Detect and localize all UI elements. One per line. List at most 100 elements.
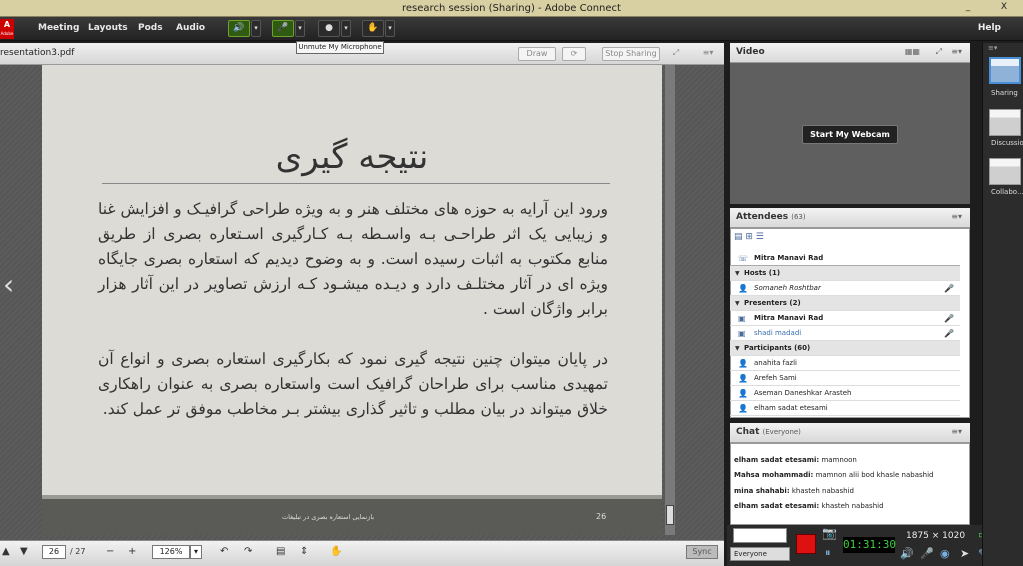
menu-layouts[interactable]: Layouts xyxy=(88,23,128,33)
menu-audio[interactable]: Audio xyxy=(176,23,205,33)
minimize-button[interactable]: _ xyxy=(958,2,978,14)
draw-button[interactable]: Draw xyxy=(518,47,556,61)
refresh-icon: ⟳ xyxy=(570,49,578,58)
layout-collaboration[interactable] xyxy=(989,158,1021,185)
pod-menu-icon[interactable]: ≡▾ xyxy=(951,427,962,436)
slide-title: نتیجه گیری xyxy=(275,137,429,177)
chat-recipient-select[interactable]: Everyone xyxy=(730,547,790,561)
chat-message: Mahsa mohammadi: mamnon alii bod khasle … xyxy=(734,471,934,479)
slide-divider xyxy=(102,183,610,184)
self-row[interactable]: ☏ Mitra Manavi Rad xyxy=(730,251,960,266)
arrow-down-icon[interactable]: ▼ xyxy=(20,546,28,557)
fullscreen-icon[interactable]: ⤢ xyxy=(936,47,942,57)
speaker-dropdown[interactable]: ▾ xyxy=(251,20,261,37)
microphone-dropdown[interactable]: ▾ xyxy=(295,20,305,37)
zoom-in-icon[interactable]: + xyxy=(128,546,136,557)
scrollbar-thumb[interactable] xyxy=(666,505,674,525)
zoom-select[interactable]: 126% xyxy=(152,545,190,559)
rotate-left-icon[interactable]: ↶ xyxy=(220,546,228,557)
rotate-right-icon[interactable]: ↷ xyxy=(244,546,252,557)
menu-help[interactable]: Help xyxy=(978,23,1001,33)
start-webcam-button[interactable]: Start My Webcam xyxy=(802,125,898,144)
sidebar-menu-icon[interactable]: ≡▾ xyxy=(988,44,997,52)
layout-sharing-label: Sharing xyxy=(991,89,1018,97)
menu-meeting[interactable]: Meeting xyxy=(38,23,79,33)
attendee-row[interactable]: 👤 elham sadat etesami xyxy=(730,401,960,416)
zoom-dropdown[interactable]: ▾ xyxy=(190,545,202,559)
slide-number: 26 xyxy=(596,512,607,521)
zoom-out-icon[interactable]: − xyxy=(106,546,114,557)
chevron-down-icon: ▾ xyxy=(254,24,258,32)
user-icon: 👤 xyxy=(738,359,748,368)
status-dropdown[interactable]: ▾ xyxy=(385,20,395,37)
arrow-up-icon[interactable]: ▲ xyxy=(2,546,10,557)
pod-menu-icon[interactable]: ≡▾ xyxy=(951,47,962,56)
previous-slide-icon[interactable]: ‹ xyxy=(3,268,14,301)
page-total: / 27 xyxy=(70,547,86,556)
grid-view-icon[interactable]: ▦▦ xyxy=(905,47,920,56)
chat-input[interactable] xyxy=(733,528,787,543)
shared-filename: resentation3.pdf xyxy=(0,48,75,58)
user-icon: 👤 xyxy=(738,389,748,398)
layout-sharing[interactable] xyxy=(989,57,1021,84)
camera-icon[interactable]: 📷 xyxy=(822,526,837,540)
pause-icon[interactable]: ⏸ xyxy=(825,546,831,560)
group-presenters[interactable]: ▼ Presenters (2) xyxy=(730,296,960,311)
window-title-bar: research session (Sharing) - Adobe Conne… xyxy=(0,0,1023,17)
stop-sharing-button[interactable]: Stop Sharing xyxy=(602,47,660,61)
record-button[interactable] xyxy=(796,534,816,554)
speaker-icon: 🔊 xyxy=(233,23,245,33)
speaker-icon[interactable]: 🔊 xyxy=(900,547,914,560)
user-icon: 👤 xyxy=(738,284,748,293)
layout-discussion[interactable] xyxy=(989,109,1021,136)
video-pod-title: Video xyxy=(736,47,765,57)
chat-message: elham sadat etesami: mamnoon xyxy=(734,456,857,464)
presenter-icon: ▣ xyxy=(738,314,746,323)
chevron-down-icon: ▾ xyxy=(193,547,198,556)
fullscreen-icon[interactable]: ⤢ xyxy=(668,47,684,61)
pod-menu-icon[interactable]: ≡▾ xyxy=(700,47,716,61)
chat-message: elham sadat etesami: khasteh nabashid xyxy=(734,502,884,510)
webcam-button[interactable]: ● xyxy=(318,20,340,37)
attendee-row[interactable]: 👤 Aseman Daneshkar Arasteh xyxy=(730,386,960,401)
capture-resolution: 1875 × 1020 xyxy=(906,531,966,541)
page-number-input[interactable]: 26 xyxy=(42,545,66,559)
pod-menu-icon[interactable]: ≡▾ xyxy=(951,212,962,221)
close-button[interactable]: X xyxy=(994,2,1014,14)
status-button[interactable]: ✋ xyxy=(362,20,384,37)
fit-width-icon[interactable]: ▤ xyxy=(276,546,285,557)
chevron-down-icon: ▾ xyxy=(298,24,302,32)
attendee-row[interactable]: ▣ Mitra Manavi Rad 🎤 xyxy=(730,311,960,326)
layout-collaboration-label: Collabo... xyxy=(991,188,1023,196)
attendee-view-icons[interactable]: ▤ ⊞ ☰ xyxy=(734,232,764,242)
triangle-down-icon: ▼ xyxy=(735,270,740,277)
hand-tool-icon[interactable]: ✋ xyxy=(330,546,342,557)
sync-button[interactable]: Sync xyxy=(686,545,718,559)
microphone-button[interactable]: 🎤 xyxy=(272,20,294,37)
microphone-icon: 🎤 xyxy=(277,23,289,33)
attendee-row[interactable]: ▣ shadi madadi 🎤 xyxy=(730,326,960,341)
sync-view-button[interactable]: ⟳ xyxy=(562,47,586,61)
chat-message: mina shahabi: khasteh nabashid xyxy=(734,487,854,495)
fit-page-icon[interactable]: ⇕ xyxy=(300,546,308,557)
layout-discussion-label: Discussio xyxy=(991,139,1023,147)
webcam-dropdown[interactable]: ▾ xyxy=(341,20,351,37)
speaker-button[interactable]: 🔊 xyxy=(228,20,250,37)
group-hosts[interactable]: ▼ Hosts (1) xyxy=(730,266,960,281)
cursor-icon[interactable]: ➤ xyxy=(960,547,969,560)
webcam-icon[interactable]: ◉ xyxy=(940,547,950,560)
phone-icon: ☏ xyxy=(738,254,749,263)
menu-pods[interactable]: Pods xyxy=(138,23,163,33)
window-title: research session (Sharing) - Adobe Conne… xyxy=(402,3,621,14)
attendee-row[interactable]: 👤 anahita fazli xyxy=(730,356,960,371)
microphone-icon[interactable]: 🎤 xyxy=(920,547,934,560)
attendee-row[interactable]: 👤 Arefeh Sami xyxy=(730,371,960,386)
presenter-icon: ▣ xyxy=(738,329,746,338)
slide-paragraph-2: در پایان میتوان چنین نتیجه گیری نمود که … xyxy=(98,350,608,418)
group-participants[interactable]: ▼ Participants (60) xyxy=(730,341,960,356)
vertical-scrollbar[interactable] xyxy=(665,65,675,535)
attendee-row[interactable]: 👤 Somaneh Roshtbar 🎤 xyxy=(730,281,960,296)
microphone-icon: 🎤 xyxy=(944,314,954,323)
slide-paragraph-1: ورود این آرایه به حوزه های مختلف هنر و ب… xyxy=(98,200,608,318)
microphone-icon: 🎤 xyxy=(944,329,954,338)
